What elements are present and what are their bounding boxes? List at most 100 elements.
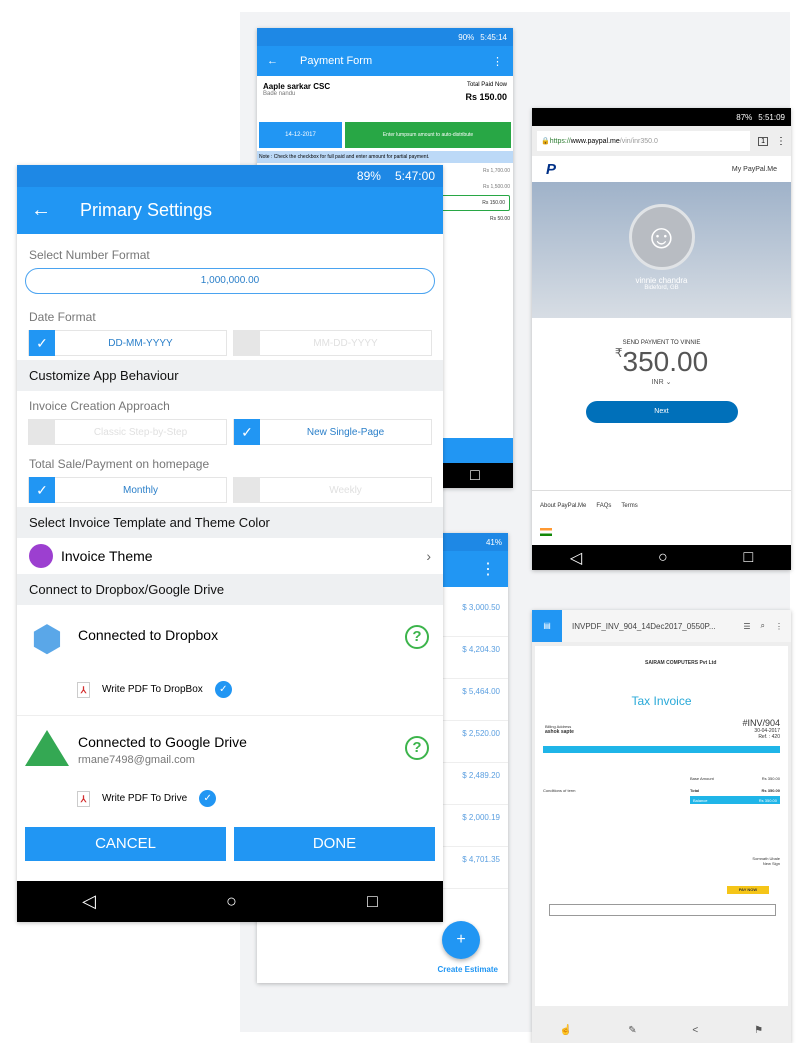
nav-bar: ◁ ○ □ [532, 545, 791, 570]
home-icon[interactable]: ○ [226, 891, 237, 912]
pay-now-button[interactable]: PAY NOW [727, 886, 769, 894]
payee-name: vinnie chandra [635, 276, 688, 285]
back-icon[interactable]: ◁ [82, 891, 96, 912]
number-format-select[interactable]: 1,000,000.00 [25, 268, 435, 294]
homepage-option-monthly[interactable]: ✓ Monthly [28, 477, 227, 503]
india-flag-icon [540, 528, 552, 536]
checkbox-icon [234, 330, 260, 356]
recents-icon[interactable]: □ [743, 549, 753, 567]
clock: 5:47:00 [394, 169, 435, 183]
url-bar[interactable]: 🔒 https://www.paypal.me/vin/inr350.0 [537, 131, 751, 151]
theme-color-swatch [29, 544, 53, 568]
approach-option-single-page[interactable]: ✓ New Single-Page [233, 419, 432, 445]
battery: 41% [485, 537, 502, 547]
avatar: ☺ [628, 204, 695, 270]
comment-icon[interactable]: ✎ [628, 1025, 636, 1036]
company-name: SAIRAM COMPUTERS Pvt Ltd [645, 660, 717, 666]
list-icon[interactable]: ☰ [743, 622, 750, 631]
bookmark-icon[interactable]: ⚑ [754, 1025, 763, 1036]
touch-icon[interactable]: ☝ [560, 1025, 572, 1036]
chevron-right-icon: › [426, 548, 431, 564]
date-button[interactable]: 14-12-2017 [259, 122, 342, 148]
my-paypal-link[interactable]: My PayPal.Me [732, 166, 777, 173]
paypal-logo: P [546, 160, 557, 178]
total-label: Total [690, 788, 700, 793]
search-icon[interactable]: ⌕ [761, 621, 765, 631]
invoice-number: #INV/904 [742, 718, 780, 728]
pdf-icon: ⅄ [77, 681, 90, 698]
action-bar [442, 438, 513, 463]
dropbox-section: ⬢ Connected to Dropbox ? ⅄ Write PDF To D… [17, 605, 443, 715]
theme-label: Invoice Theme [61, 548, 153, 564]
create-estimate-label[interactable]: Create Estimate [438, 965, 498, 974]
back-arrow-icon[interactable]: ← [17, 199, 65, 222]
back-arrow-icon[interactable]: ← [267, 55, 278, 67]
currency-symbol: ₹ [614, 346, 623, 360]
approach-option-classic[interactable]: Classic Step-by-Step [28, 419, 227, 445]
checkbox-checked-icon: ✓ [29, 330, 55, 356]
write-pdf-drive-label: Write PDF To Drive [102, 793, 188, 804]
document-icon: ▤ [532, 610, 562, 642]
drive-title: Connected to Google Drive [78, 734, 247, 750]
checkbox-checked-icon[interactable]: ✓ [199, 790, 217, 807]
currency-select[interactable]: INR ⌄ [532, 378, 791, 386]
status-bar: 90% 5:45:14 [257, 28, 513, 46]
next-button[interactable]: Next [585, 401, 738, 423]
date-format-label: Date Format [29, 310, 96, 324]
date-option-mm-dd-yyyy[interactable]: MM-DD-YYYY [233, 330, 432, 356]
checkbox-icon [29, 419, 55, 445]
profile-banner: ☺ vinnie chandra Bideford, GB [532, 182, 791, 318]
file-name: INVPDF_INV_904_14Dec2017_0550P... [572, 621, 716, 631]
cancel-button[interactable]: CANCEL [25, 827, 226, 861]
lumpsum-button[interactable]: Enter lumpsum amount to auto-distribute [345, 122, 511, 148]
share-icon[interactable]: < [692, 1025, 698, 1036]
more-icon[interactable]: ⋮ [776, 136, 786, 147]
table-header [543, 746, 780, 753]
help-icon[interactable]: ? [405, 736, 429, 760]
nav-bar: ◁ ○ □ [17, 881, 443, 922]
dropbox-title: Connected to Dropbox [78, 627, 219, 643]
done-button[interactable]: DONE [234, 827, 435, 861]
back-icon[interactable]: ◁ [570, 548, 582, 568]
checkbox-icon [234, 477, 260, 503]
date-option-dd-mm-yyyy[interactable]: ✓ DD-MM-YYYY [28, 330, 227, 356]
balance-label: Balance [693, 798, 708, 803]
primary-settings-screen: 89% 5:47:00 ← Primary Settings Select Num… [17, 165, 443, 922]
base-amount: Rs 350.00 [761, 776, 780, 781]
status-bar: 87% 5:51:09 [532, 108, 791, 126]
invoice-theme-row[interactable]: Invoice Theme › [17, 538, 443, 574]
invoice-ref: Ref. : 420 [758, 734, 780, 740]
home-icon[interactable]: ○ [658, 549, 668, 567]
pdf-icon: ⅄ [77, 790, 90, 807]
customer-name: ashok sapte [545, 729, 574, 735]
checkbox-checked-icon: ✓ [234, 419, 260, 445]
checkbox-checked-icon[interactable]: ✓ [214, 681, 232, 698]
more-icon[interactable]: ⋮ [775, 622, 783, 631]
section-header: Customize App Behaviour [17, 360, 443, 391]
note: Note : Check the checkbox for full paid … [257, 151, 513, 163]
about-link[interactable]: About PayPal.Me [540, 503, 586, 509]
lock-icon: 🔒 [541, 138, 550, 145]
faqs-link[interactable]: FAQs [596, 503, 611, 509]
recents-icon[interactable]: □ [470, 467, 480, 485]
conditions: Conditions of term [543, 788, 576, 793]
help-icon[interactable]: ? [405, 625, 429, 649]
add-estimate-button[interactable]: + [442, 921, 480, 959]
amount-input[interactable]: 350.00 [623, 346, 709, 377]
signature: New Sign [762, 861, 780, 866]
more-icon[interactable]: ⋮ [492, 55, 503, 68]
number-format-label: Select Number Format [29, 248, 150, 262]
recents-icon[interactable]: □ [367, 891, 378, 912]
drive-section: Connected to Google Drive rmane7498@gmai… [17, 715, 443, 827]
invoice-pdf-screen: ▤ INVPDF_INV_904_14Dec2017_0550P... ☰ ⌕ ⋮ … [532, 610, 791, 1043]
homepage-label: Total Sale/Payment on homepage [29, 457, 210, 471]
invoice-approach-label: Invoice Creation Approach [29, 399, 170, 413]
terms-link[interactable]: Terms [621, 503, 637, 509]
invoice-title: Tax Invoice [631, 694, 692, 708]
paypal-screen: 87% 5:51:09 🔒 https://www.paypal.me/vin/in… [532, 108, 791, 570]
homepage-option-weekly[interactable]: Weekly [233, 477, 432, 503]
total-amount: Rs 350.00 [761, 788, 780, 793]
base-label: Base Amount [690, 776, 714, 781]
tabs-button[interactable]: 1 [758, 136, 768, 146]
write-pdf-dropbox-label: Write PDF To DropBox [102, 684, 203, 695]
